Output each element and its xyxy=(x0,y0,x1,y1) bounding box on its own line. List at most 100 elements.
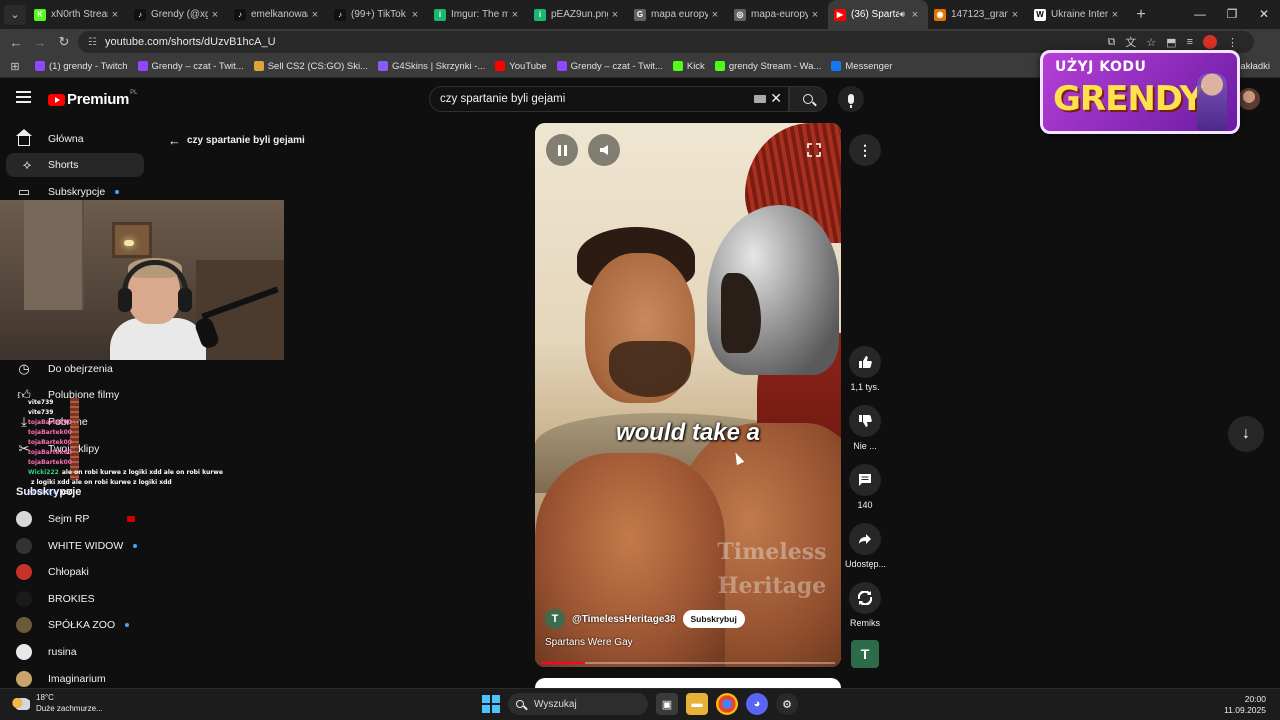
like-action[interactable]: 1,1 tys. xyxy=(845,346,885,392)
task-view-icon[interactable]: ▣ xyxy=(656,693,678,715)
next-video-button[interactable]: ↓ xyxy=(1228,416,1264,452)
sidebar-channel[interactable]: SPÓŁKA ZOO xyxy=(0,613,144,637)
minimize-button[interactable]: — xyxy=(1184,0,1216,29)
tab-audio-icon[interactable]: 🔊︎ xyxy=(899,9,905,20)
media-control-icon[interactable]: ≡ xyxy=(1187,36,1193,48)
close-tab-icon[interactable]: × xyxy=(408,9,422,21)
sidebar-item-shorts[interactable]: ⟡ Shorts xyxy=(6,153,144,177)
bookmark-item[interactable]: Kick xyxy=(668,55,710,78)
youtube-avatar[interactable] xyxy=(1238,88,1260,110)
file-explorer-icon[interactable]: ▬ xyxy=(686,693,708,715)
tab-search-button[interactable]: ⌄ xyxy=(4,4,26,25)
bookmark-item[interactable]: Grendy – czat - Twit... xyxy=(552,55,668,78)
start-button[interactable] xyxy=(482,695,500,713)
channel-name[interactable]: @TimelessHeritage38 xyxy=(572,614,676,625)
close-tab-icon[interactable]: × xyxy=(308,9,322,21)
clear-search-icon[interactable]: ✕ xyxy=(770,90,782,107)
extensions-icon[interactable]: ⬒ xyxy=(1166,36,1176,49)
browser-tab[interactable]: ◉ 147123_granic× xyxy=(928,0,1028,29)
weather-widget[interactable]: 18°C Duże zachmurze... xyxy=(12,692,103,714)
dislike-action[interactable]: Nie ... xyxy=(845,405,885,451)
comments-action[interactable]: 140 xyxy=(845,464,885,510)
reload-icon[interactable]: ↻ xyxy=(52,34,76,50)
hamburger-menu-icon[interactable] xyxy=(16,91,31,103)
pause-button[interactable] xyxy=(546,134,578,166)
subscribe-button[interactable]: Subskrybuj xyxy=(682,610,745,628)
search-button[interactable] xyxy=(789,86,827,112)
thumbs-down-icon[interactable] xyxy=(849,405,881,437)
channel-avatar[interactable]: T xyxy=(545,609,565,629)
sidebar-channel[interactable]: Imaginarium xyxy=(0,667,144,691)
close-tab-icon[interactable]: × xyxy=(908,9,922,21)
thumbs-up-icon[interactable] xyxy=(849,346,881,378)
close-tab-icon[interactable]: × xyxy=(208,9,222,21)
browser-menu-icon[interactable]: ⋮ xyxy=(1227,36,1238,49)
channel-avatar-square[interactable]: T xyxy=(851,640,879,668)
sidebar-item-watch-later[interactable]: ◷ Do obejrzenia xyxy=(0,357,144,381)
bookmark-item[interactable]: Grendy – czat - Twit... xyxy=(133,55,249,78)
keyboard-icon[interactable] xyxy=(754,95,766,103)
bookmark-item[interactable]: grendy Stream - Wa... xyxy=(710,55,827,78)
sidebar-channel[interactable]: Chłopaki xyxy=(0,560,144,584)
fullscreen-button[interactable] xyxy=(807,143,821,157)
maximize-button[interactable]: ❐ xyxy=(1216,0,1248,29)
browser-tab[interactable]: ♪ Grendy (@xgre× xyxy=(128,0,228,29)
voice-search-button[interactable] xyxy=(838,86,864,112)
close-tab-icon[interactable]: × xyxy=(608,9,622,21)
chrome-icon[interactable] xyxy=(716,693,738,715)
sidebar-channel[interactable]: Sejm RP xyxy=(0,507,144,531)
discord-icon[interactable]: ◕ xyxy=(746,693,768,715)
translate-icon[interactable]: 文 xyxy=(1125,34,1136,50)
close-tab-icon[interactable]: × xyxy=(508,9,522,21)
bookmark-item[interactable]: Messenger xyxy=(826,55,897,78)
sidebar-item-home[interactable]: Główna xyxy=(0,127,144,151)
new-tab-button[interactable]: + xyxy=(1128,6,1154,24)
browser-tab[interactable]: ♪ emelkanowaak× xyxy=(228,0,328,29)
bookmark-item[interactable]: G4Skins | Skrzynki -... xyxy=(373,55,490,78)
remix-icon[interactable] xyxy=(849,582,881,614)
close-window-button[interactable]: ✕ xyxy=(1248,0,1280,29)
video-progress-bar[interactable] xyxy=(541,662,835,664)
app-icon[interactable]: ⚙ xyxy=(776,693,798,715)
browser-tab[interactable]: i pEAZ9un.png × xyxy=(528,0,628,29)
browser-tab[interactable]: KxN0rth Stream× xyxy=(28,0,128,29)
remix-action[interactable]: Remiks xyxy=(845,582,885,628)
browser-tab[interactable]: W Ukraine Intera × xyxy=(1028,0,1128,29)
back-icon[interactable]: ← xyxy=(4,35,28,50)
browser-tab[interactable]: i Imgur: The ma× xyxy=(428,0,528,29)
search-input[interactable]: czy spartanie byli gejami ✕ xyxy=(429,86,789,112)
comment-icon[interactable] xyxy=(849,464,881,496)
forward-icon[interactable]: → xyxy=(28,35,52,50)
bookmark-item[interactable]: (1) grendy - Twitch xyxy=(30,55,133,78)
browser-tab[interactable]: Gmapa europy -× xyxy=(628,0,728,29)
bookmark-star-icon[interactable]: ☆ xyxy=(1146,36,1156,49)
search-back-link[interactable]: ← czy spartanie byli gejami xyxy=(168,133,305,148)
sidebar-channel[interactable]: WHITE WIDOW xyxy=(0,534,144,558)
youtube-premium-logo[interactable]: Premium PL xyxy=(48,90,137,108)
profile-avatar[interactable] xyxy=(1203,35,1217,49)
apps-grid-icon[interactable]: ⊞ xyxy=(0,60,30,73)
system-clock[interactable]: 20:00 11.09.2025 xyxy=(1224,694,1266,716)
share-action[interactable]: Udostęp... xyxy=(845,523,886,569)
sidebar-channel[interactable]: rusina xyxy=(0,640,144,664)
close-tab-icon[interactable]: × xyxy=(108,9,122,21)
browser-tab[interactable]: ◎ mapa-europy- × xyxy=(728,0,828,29)
more-options-button[interactable]: ⋮ xyxy=(849,134,881,166)
close-tab-icon[interactable]: × xyxy=(708,9,722,21)
short-title[interactable]: Spartans Were Gay xyxy=(545,637,633,648)
volume-button[interactable] xyxy=(588,134,620,166)
close-tab-icon[interactable]: × xyxy=(1108,9,1122,21)
bookmark-item[interactable]: Sell CS2 (CS:GO) Ski... xyxy=(249,55,373,78)
taskbar-search[interactable]: Wyszukaj xyxy=(508,693,648,715)
install-app-icon[interactable]: ⧉ xyxy=(1107,36,1115,49)
site-info-icon[interactable]: ☷ xyxy=(88,37,97,48)
short-video-player[interactable]: Timeless Heritage would take a T @Timele… xyxy=(535,123,841,667)
browser-tab[interactable]: ▶ (36) Sparta 🔊︎ × xyxy=(828,0,928,29)
share-icon[interactable] xyxy=(849,523,881,555)
chat-message: tojaBartek00 xyxy=(28,428,218,438)
sidebar-channel[interactable]: BROKIES xyxy=(0,587,144,611)
close-tab-icon[interactable]: × xyxy=(808,9,822,21)
bookmark-item[interactable]: YouTube xyxy=(490,55,551,78)
browser-tab[interactable]: ♪ (99+) TikTok - Ma× xyxy=(328,0,428,29)
close-tab-icon[interactable]: × xyxy=(1008,9,1022,21)
